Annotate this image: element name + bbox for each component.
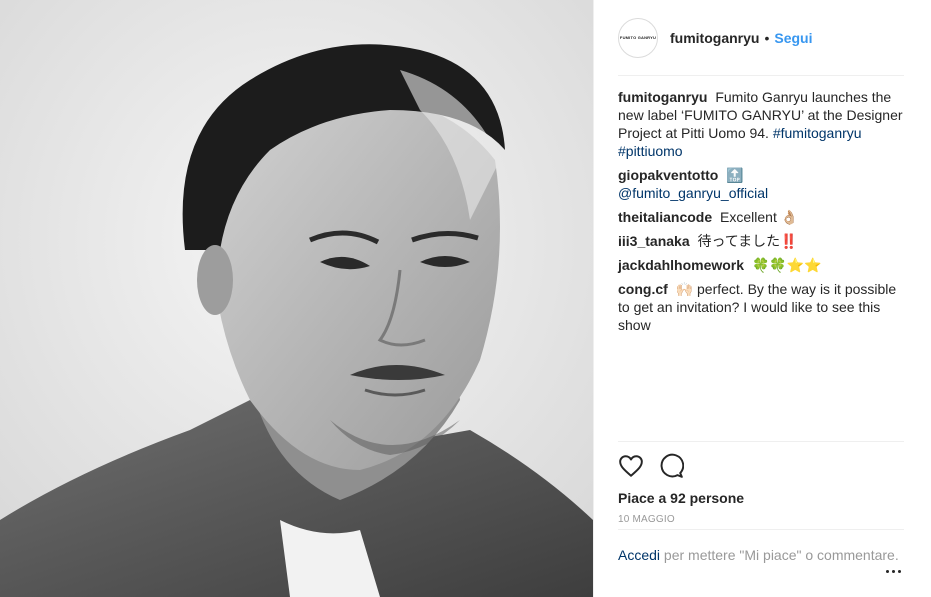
caption: fumitoganryu Fumito Ganryu launches the …	[618, 88, 908, 160]
comment-username[interactable]: jackdahlhomework	[618, 257, 744, 273]
follow-button[interactable]: Segui	[774, 30, 812, 46]
likes-count[interactable]: Piace a 92 persone	[618, 490, 904, 506]
more-options-icon[interactable]	[886, 566, 904, 576]
comment-text: 待ってました‼️	[697, 233, 798, 249]
comment-item: jackdahlhomework 🍀🍀⭐⭐	[618, 256, 908, 274]
comment-username[interactable]: iii3_tanaka	[618, 233, 690, 249]
comment-item: iii3_tanaka 待ってました‼️	[618, 232, 908, 250]
portrait-illustration	[0, 0, 593, 597]
comment-icon[interactable]	[658, 453, 684, 479]
post-header: FUMITO GANRYU fumitoganryu • Segui	[618, 16, 904, 76]
action-icons	[618, 452, 904, 480]
comment-item: cong.cf 🙌🏻 perfect. By the way is it pos…	[618, 280, 908, 334]
avatar-text: FUMITO GANRYU	[619, 35, 657, 40]
comment-text: 🔝	[726, 167, 744, 183]
caption-username[interactable]: fumitoganryu	[618, 89, 707, 105]
separator-dot: •	[764, 29, 770, 46]
post-image[interactable]	[0, 0, 593, 597]
comment-text: Excellent 👌🏼	[720, 209, 799, 225]
comment-item: theitaliancode Excellent 👌🏼	[618, 208, 908, 226]
login-prompt: Accedi per mettere "Mi piace" o commenta…	[618, 529, 904, 597]
avatar[interactable]: FUMITO GANRYU	[618, 17, 658, 58]
post-date[interactable]: 10 maggio	[618, 514, 904, 525]
post-actions: Piace a 92 persone 10 maggio	[618, 441, 904, 525]
heart-icon[interactable]	[618, 453, 644, 479]
comments-list: fumitoganryu Fumito Ganryu launches the …	[618, 88, 908, 340]
comment-username[interactable]: theitaliancode	[618, 209, 712, 225]
login-link[interactable]: Accedi	[618, 547, 660, 563]
comment-text: 🍀🍀⭐⭐	[751, 257, 822, 273]
author-username[interactable]: fumitoganryu	[670, 30, 759, 46]
comment-mention[interactable]: @fumito_ganryu_official	[618, 185, 768, 201]
comment-username[interactable]: giopakventotto	[618, 167, 718, 183]
login-prompt-text: per mettere "Mi piace" o commentare.	[663, 547, 899, 563]
comment-item: giopakventotto 🔝 @fumito_ganryu_official	[618, 166, 908, 202]
post-side-panel: FUMITO GANRYU fumitoganryu • Segui fumit…	[593, 0, 931, 597]
comment-username[interactable]: cong.cf	[618, 281, 668, 297]
